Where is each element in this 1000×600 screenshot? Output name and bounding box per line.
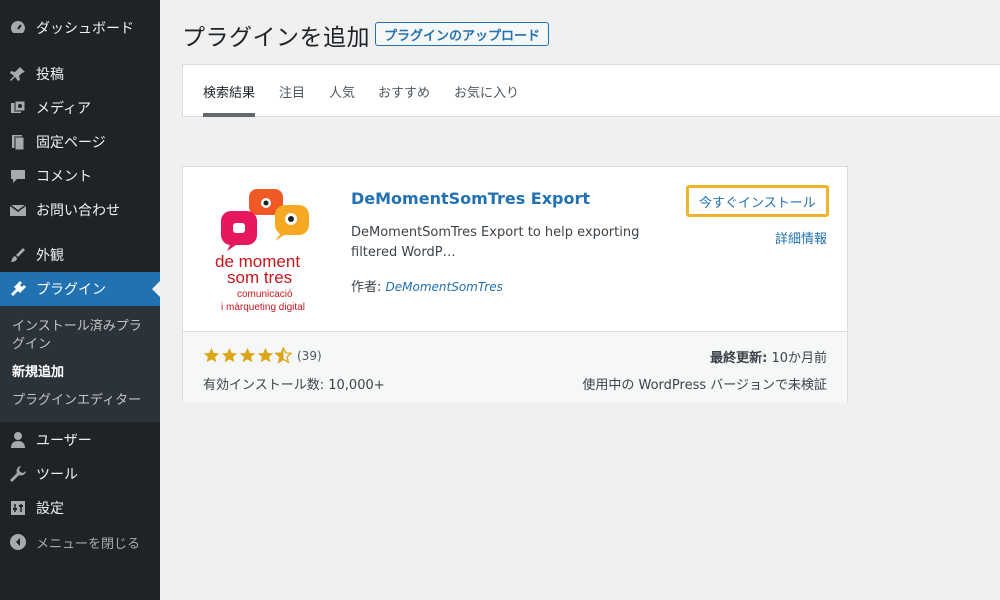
- menu-media[interactable]: メディア: [0, 91, 160, 125]
- menu-label: メディア: [36, 101, 92, 117]
- filter-tabs: 検索結果 注目 人気 おすすめ お気に入り: [182, 64, 1000, 117]
- plugins-submenu: インストール済みプラグイン 新規追加 プラグインエディター: [0, 306, 160, 422]
- last-updated: 最終更新: 10か月前: [710, 347, 827, 366]
- menu-label: 外観: [36, 248, 64, 264]
- last-updated-value: 10か月前: [767, 351, 827, 366]
- menu-dashboard[interactable]: ダッシュボード: [0, 11, 160, 45]
- last-updated-label: 最終更新:: [710, 351, 768, 366]
- plugin-card: de moment som tres comunicació i màrquet…: [182, 166, 848, 403]
- tab-favorites[interactable]: お気に入り: [454, 65, 519, 117]
- plugin-icon: [9, 280, 27, 298]
- wrench-icon: [9, 465, 27, 483]
- active-indicator: [152, 281, 160, 297]
- star-half-icon: [275, 347, 292, 364]
- star-rating: (39): [203, 347, 322, 364]
- menu-label: コメント: [36, 169, 92, 185]
- compatibility-notice: 使用中の WordPress バージョンで未検証: [582, 378, 827, 393]
- star-full-icon: [221, 347, 238, 363]
- menu-users[interactable]: ユーザー: [0, 423, 160, 457]
- user-icon: [9, 431, 27, 449]
- menu-plugins[interactable]: プラグイン: [0, 272, 160, 306]
- menu-label: 設定: [36, 501, 64, 517]
- plugin-name-link[interactable]: DeMomentSomTres Export: [351, 189, 590, 208]
- pages-icon: [9, 133, 27, 151]
- settings-icon: [9, 499, 27, 517]
- media-icon: [9, 99, 27, 117]
- plugin-author: 作者: DeMomentSomTres: [351, 276, 503, 295]
- submenu-add-new[interactable]: 新規追加: [12, 364, 152, 382]
- admin-sidebar: ダッシュボード 投稿 メディア 固定ページ コメント お問い合わせ 外観 プラグ…: [0, 0, 160, 600]
- plugin-logo: de moment som tres comunicació i màrquet…: [215, 189, 309, 313]
- submenu-plugin-editor[interactable]: プラグインエディター: [12, 392, 152, 410]
- mail-icon: [9, 201, 27, 219]
- comment-icon: [9, 167, 27, 185]
- star-full-icon: [203, 347, 220, 363]
- menu-label: プラグイン: [36, 282, 106, 298]
- author-link[interactable]: DeMomentSomTres: [386, 280, 503, 294]
- menu-contact[interactable]: お問い合わせ: [0, 193, 160, 227]
- submenu-installed-plugins[interactable]: インストール済みプラグイン: [12, 318, 152, 354]
- star-full-icon: [239, 347, 256, 363]
- collapse-arrow-icon: [9, 533, 27, 551]
- install-now-button[interactable]: 今すぐインストール: [686, 185, 829, 217]
- menu-settings[interactable]: 設定: [0, 491, 160, 525]
- menu-comments[interactable]: コメント: [0, 159, 160, 193]
- menu-posts[interactable]: 投稿: [0, 57, 160, 91]
- menu-label: お問い合わせ: [36, 203, 120, 219]
- tab-featured[interactable]: 注目: [279, 65, 305, 117]
- menu-tools[interactable]: ツール: [0, 457, 160, 491]
- tab-popular[interactable]: 人気: [329, 65, 355, 117]
- author-prefix: 作者:: [351, 280, 386, 295]
- page-title: プラグインを追加: [182, 25, 370, 51]
- star-full-icon: [257, 347, 274, 363]
- active-installs: 有効インストール数: 10,000+: [203, 378, 385, 393]
- collapse-menu-button[interactable]: メニューを閉じる: [0, 525, 160, 559]
- plugin-description: DeMomentSomTres Export to help exporting…: [351, 225, 640, 260]
- more-details-link[interactable]: 詳細情報: [775, 228, 827, 247]
- menu-appearance[interactable]: 外観: [0, 238, 160, 272]
- menu-label: 固定ページ: [36, 135, 106, 151]
- menu-pages[interactable]: 固定ページ: [0, 125, 160, 159]
- pin-icon: [9, 65, 27, 83]
- tab-search-results[interactable]: 検索結果: [203, 65, 256, 117]
- logo-line-2: som tres: [227, 268, 292, 287]
- collapse-label: メニューを閉じる: [36, 536, 141, 552]
- upload-plugin-button[interactable]: プラグインのアップロード: [375, 22, 550, 46]
- menu-label: ツール: [36, 467, 78, 483]
- logo-line-4: i màrqueting digital: [221, 302, 305, 313]
- rating-count[interactable]: (39): [297, 349, 322, 363]
- dashboard-icon: [9, 19, 27, 37]
- plugin-card-footer: (39) 有効インストール数: 10,000+ 最終更新: 10か月前 使用中の…: [183, 331, 847, 403]
- tab-recommended[interactable]: おすすめ: [378, 65, 430, 117]
- menu-label: ユーザー: [36, 433, 92, 449]
- menu-label: ダッシュボード: [36, 21, 134, 37]
- appearance-icon: [9, 246, 27, 264]
- menu-label: 投稿: [36, 67, 64, 83]
- logo-line-3: comunicació: [237, 289, 293, 300]
